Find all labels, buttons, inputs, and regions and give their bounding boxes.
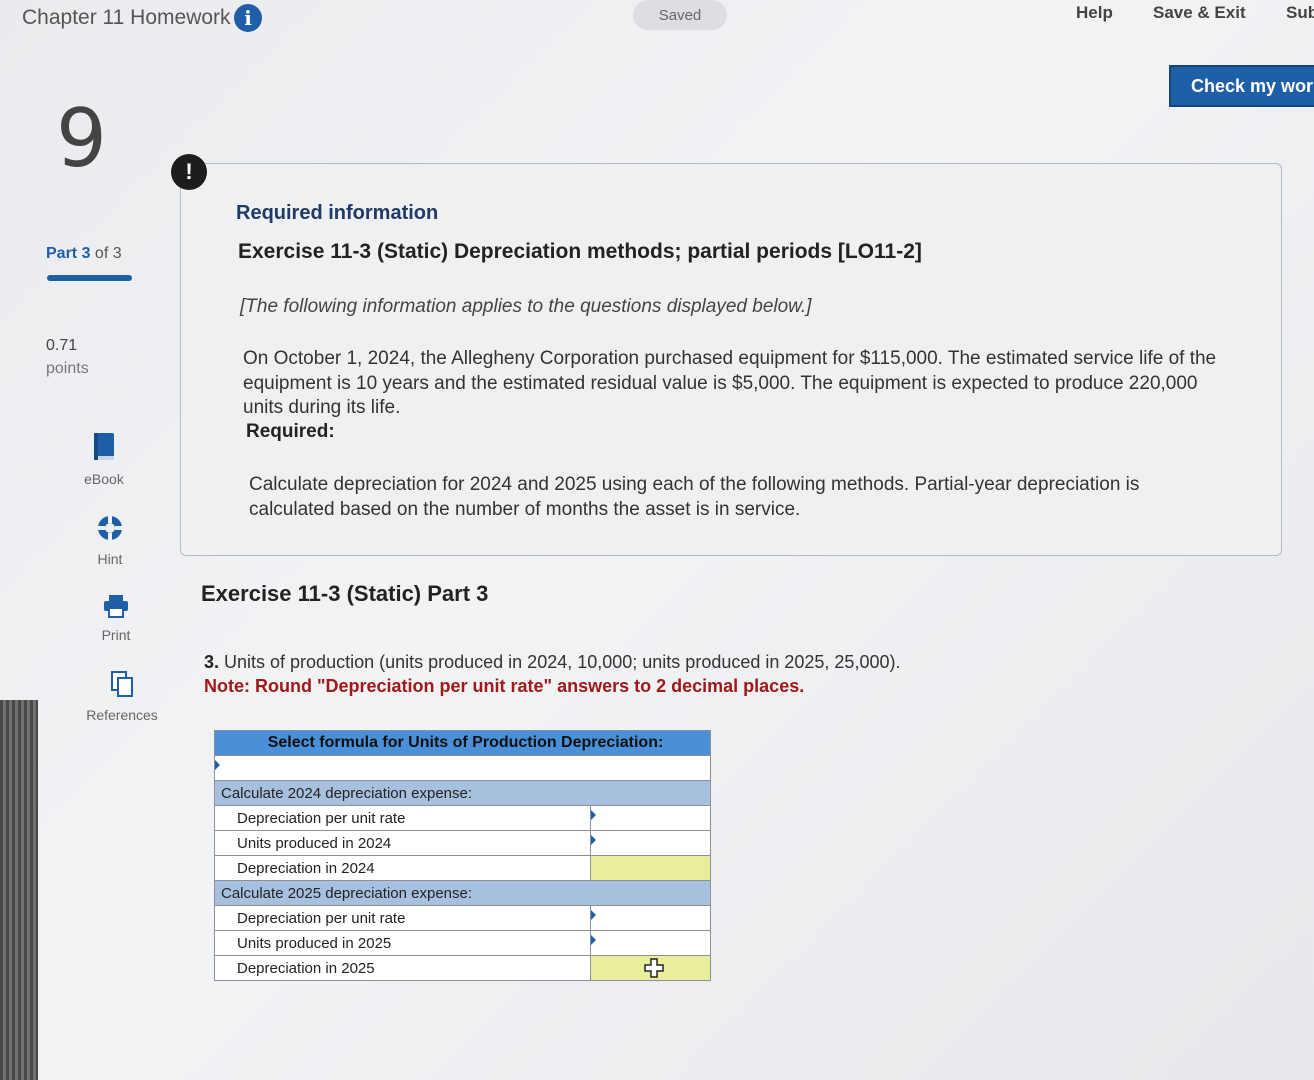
dropdown-marker-icon xyxy=(591,834,596,845)
part-title: Exercise 11-3 (Static) Part 3 xyxy=(201,581,489,606)
print-label: Print xyxy=(101,627,131,643)
question-text: 3. Units of production (units produced i… xyxy=(204,650,1004,698)
dropdown-marker-icon xyxy=(591,809,596,820)
points: 0.71 points xyxy=(46,334,89,380)
part-progress-bar xyxy=(47,275,132,281)
question-number: 9 xyxy=(56,92,107,185)
points-label: points xyxy=(46,360,89,377)
formula-select[interactable] xyxy=(214,755,711,781)
instructions: Calculate depreciation for 2024 and 2025… xyxy=(249,474,1140,520)
assignment-title: Chapter 11 Homework xyxy=(22,6,231,29)
rate-2024-input[interactable] xyxy=(590,805,711,831)
section-2025: Calculate 2025 depreciation expense: xyxy=(214,880,711,906)
row-label: Units produced in 2025 xyxy=(214,930,591,956)
units-of-production-worksheet: Select formula for Units of Production D… xyxy=(214,730,711,981)
question-number-label: 3. xyxy=(204,652,220,672)
applies-note: [The following information applies to th… xyxy=(240,296,812,317)
row-label: Depreciation per unit rate xyxy=(214,905,591,931)
save-exit-link[interactable]: Save & Exit xyxy=(1153,3,1246,23)
alert-icon: ! xyxy=(171,154,207,190)
row-label: Depreciation per unit rate xyxy=(214,805,591,831)
section-2024: Calculate 2024 depreciation expense: xyxy=(214,780,711,806)
info-icon[interactable]: i xyxy=(234,4,262,32)
rounding-note: Note: Round "Depreciation per unit rate"… xyxy=(204,676,805,696)
row-label: Units produced in 2024 xyxy=(214,830,591,856)
required-information-title: Required information xyxy=(236,202,439,224)
saved-status: Saved xyxy=(633,0,727,30)
problem-paragraph: On October 1, 2024, the Allegheny Corpor… xyxy=(243,348,1217,418)
worksheet-header: Select formula for Units of Production D… xyxy=(214,730,711,756)
book-icon xyxy=(64,432,144,465)
dropdown-marker-icon xyxy=(215,759,220,770)
help-link[interactable]: Help xyxy=(1076,3,1113,23)
ebook-tool[interactable]: eBook xyxy=(64,432,144,487)
depreciation-2024-total xyxy=(590,855,711,881)
dropdown-marker-icon xyxy=(591,909,596,920)
hint-label: Hint xyxy=(97,551,123,567)
rate-2025-input[interactable] xyxy=(590,905,711,931)
print-tool[interactable]: Print xyxy=(76,594,156,643)
submit-link[interactable]: Sub xyxy=(1286,3,1314,23)
part-current: Part 3 xyxy=(46,245,91,262)
print-icon xyxy=(76,594,156,621)
units-2024-input[interactable] xyxy=(590,830,711,856)
depreciation-2025-total xyxy=(590,955,711,981)
question-body: Units of production (units produced in 2… xyxy=(219,652,901,672)
required-label: Required: xyxy=(246,421,335,442)
row-label: Depreciation in 2024 xyxy=(214,855,591,881)
exercise-title: Exercise 11-3 (Static) Depreciation meth… xyxy=(238,240,922,263)
units-2025-input[interactable] xyxy=(590,930,711,956)
row-label: Depreciation in 2025 xyxy=(214,955,591,981)
hint-tool[interactable]: Hint xyxy=(70,514,150,567)
cursor-cross-icon xyxy=(643,958,664,978)
dropdown-marker-icon xyxy=(591,934,596,945)
points-value: 0.71 xyxy=(46,337,78,354)
part-total: of 3 xyxy=(90,245,122,262)
references-label: References xyxy=(86,707,158,723)
ebook-label: eBook xyxy=(84,471,124,487)
part-indicator: Part 3 of 3 xyxy=(46,245,122,263)
photo-edge xyxy=(0,700,38,1080)
hint-icon xyxy=(70,514,150,545)
references-tool[interactable]: References xyxy=(82,670,162,723)
references-icon xyxy=(82,670,162,701)
check-my-work-button[interactable]: Check my wor xyxy=(1169,65,1314,107)
